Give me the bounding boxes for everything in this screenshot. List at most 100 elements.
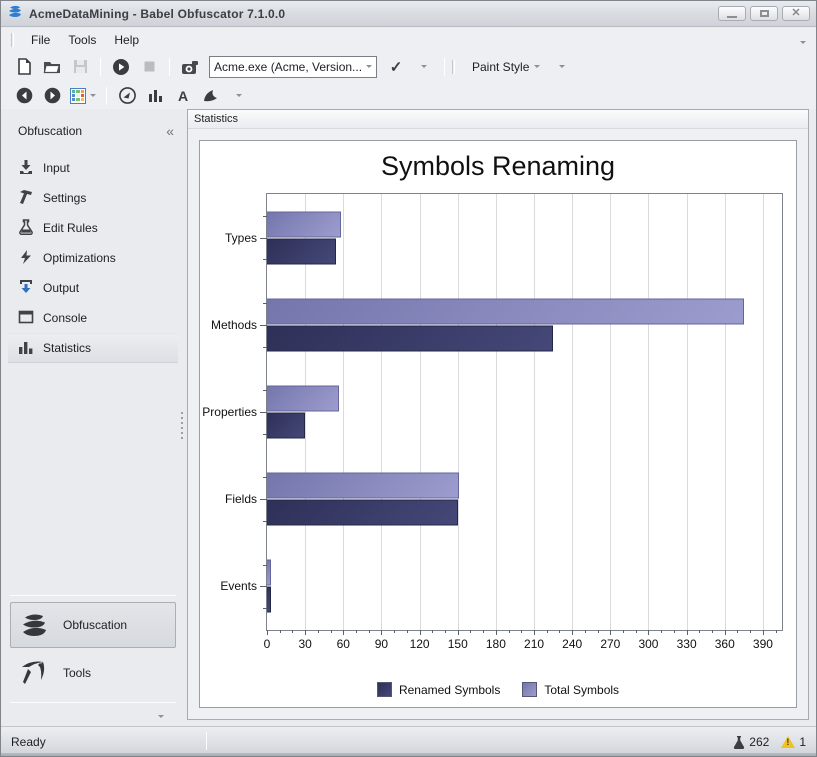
legend-label: Renamed Symbols <box>399 683 500 697</box>
x-axis-minor-tick <box>636 630 637 633</box>
x-axis-minor-tick <box>598 630 599 633</box>
sidebar-mode-tools[interactable]: Tools <box>10 650 176 696</box>
menu-item-file[interactable]: File <box>22 30 59 50</box>
x-axis-label: 330 <box>677 637 697 651</box>
bar-chart-icon <box>18 339 34 358</box>
y-axis-tick <box>260 499 267 500</box>
sidebar-mode-label: Obfuscation <box>63 618 127 632</box>
close-button[interactable]: ✕ <box>782 6 810 21</box>
x-axis-minor-tick <box>699 630 700 633</box>
maximize-button[interactable] <box>750 6 778 21</box>
chart-type-button[interactable] <box>142 84 168 108</box>
x-axis-minor-tick <box>407 630 408 633</box>
legend-item-total-symbols: Total Symbols <box>522 682 619 697</box>
x-axis-minor-tick <box>712 630 713 633</box>
input-download-icon <box>18 159 34 178</box>
x-axis-minor-tick <box>318 630 319 633</box>
menu-item-help[interactable]: Help <box>105 30 148 50</box>
sidebar-item-optimizations[interactable]: Optimizations <box>8 243 178 273</box>
title-bar[interactable]: AcmeDataMining - Babel Obfuscator 7.1.0.… <box>1 1 816 27</box>
minimize-button[interactable] <box>718 6 746 21</box>
chart-shape-button[interactable] <box>198 84 224 108</box>
y-axis-tick <box>260 586 267 587</box>
x-axis-minor-tick <box>369 630 370 633</box>
x-axis-minor-tick <box>470 630 471 633</box>
x-axis-label: 240 <box>562 637 582 651</box>
play-icon <box>112 58 130 76</box>
y-axis-tick <box>263 303 267 304</box>
collapse-sidebar-icon[interactable]: « <box>166 123 174 139</box>
palette-button[interactable] <box>67 84 99 108</box>
x-axis-label: 180 <box>486 637 506 651</box>
sidebar-divider <box>10 595 176 596</box>
total-symbols-bar-properties <box>267 385 339 411</box>
menu-item-tools[interactable]: Tools <box>59 30 105 50</box>
paint-style-button[interactable]: Paint Style <box>465 55 547 79</box>
symbols-count-indicator: 262 <box>733 735 769 749</box>
warning-icon <box>781 736 795 748</box>
x-axis-label: 60 <box>337 637 350 651</box>
sidebar-item-label: Statistics <box>43 341 91 355</box>
renamed-symbols-bar-properties <box>267 412 305 438</box>
open-project-button[interactable] <box>39 55 65 79</box>
x-axis-minor-tick <box>547 630 548 633</box>
category-label-types: Types <box>225 231 257 245</box>
chart-toolbar-overflow-caret[interactable] <box>226 84 252 108</box>
apply-options-caret[interactable] <box>411 55 437 79</box>
symbols-renaming-chart: Symbols Renaming 03060901201501802102402… <box>199 140 797 708</box>
sidebar-item-output[interactable]: Output <box>8 273 178 303</box>
total-symbols-bar-fields <box>267 473 459 499</box>
x-axis-tick <box>267 630 268 635</box>
chart-plot-area: 0306090120150180210240270300330360390Typ… <box>266 193 783 631</box>
new-project-button[interactable] <box>11 55 37 79</box>
browse-assembly-button[interactable] <box>177 55 203 79</box>
x-axis-tick <box>687 630 688 635</box>
legend-label: Total Symbols <box>544 683 619 697</box>
open-folder-icon <box>43 59 61 74</box>
run-obfuscation-button[interactable] <box>108 55 134 79</box>
save-button[interactable] <box>67 55 93 79</box>
renamed-symbols-bar-types <box>267 238 336 264</box>
x-axis-minor-tick <box>559 630 560 633</box>
x-axis-minor-tick <box>737 630 738 633</box>
save-floppy-icon <box>73 59 88 74</box>
sidebar-item-input[interactable]: Input <box>8 153 178 183</box>
x-axis-label: 270 <box>600 637 620 651</box>
forward-button[interactable] <box>39 84 65 108</box>
window-title: AcmeDataMining - Babel Obfuscator 7.1.0.… <box>29 7 285 21</box>
mini-bar-chart-icon <box>148 88 163 103</box>
x-axis-tick <box>381 630 382 635</box>
stop-button[interactable] <box>136 55 162 79</box>
menu-overflow-caret-icon[interactable] <box>800 31 806 49</box>
x-axis-label: 210 <box>524 637 544 651</box>
color-palette-icon <box>70 88 86 104</box>
toolbar-separator <box>444 58 445 76</box>
chart-font-button[interactable]: A <box>170 84 196 108</box>
flask-icon <box>733 735 745 749</box>
assembly-combobox[interactable]: Acme.exe (Acme, Version... <box>209 56 377 78</box>
x-axis-label: 300 <box>638 637 658 651</box>
forward-arrow-icon <box>44 87 61 104</box>
sidebar-item-console[interactable]: Console <box>8 303 178 333</box>
y-axis-tick <box>263 216 267 217</box>
y-axis-tick <box>260 325 267 326</box>
sidebar-item-edit-rules[interactable]: Edit Rules <box>8 213 178 243</box>
sidebar-options-caret-icon[interactable] <box>158 715 164 718</box>
sidebar-item-settings[interactable]: Settings <box>8 183 178 213</box>
minimize-icon <box>727 16 737 18</box>
sidebar-mode-obfuscation[interactable]: Obfuscation <box>10 602 176 648</box>
paint-style-overflow-caret[interactable] <box>549 55 575 79</box>
apply-button[interactable]: ✓ <box>383 55 409 79</box>
pickaxe-icon <box>19 657 49 690</box>
back-button[interactable] <box>11 84 37 108</box>
x-axis-tick <box>725 630 726 635</box>
y-axis-tick <box>263 608 267 609</box>
x-axis-tick <box>458 630 459 635</box>
legend-item-renamed-symbols: Renamed Symbols <box>377 682 500 697</box>
sidebar-splitter[interactable] <box>178 109 187 720</box>
chart-style-button[interactable] <box>114 84 140 108</box>
close-icon: ✕ <box>791 8 800 19</box>
warnings-count: 1 <box>799 735 806 749</box>
x-axis-label: 390 <box>753 637 773 651</box>
sidebar-item-statistics[interactable]: Statistics <box>8 333 178 363</box>
